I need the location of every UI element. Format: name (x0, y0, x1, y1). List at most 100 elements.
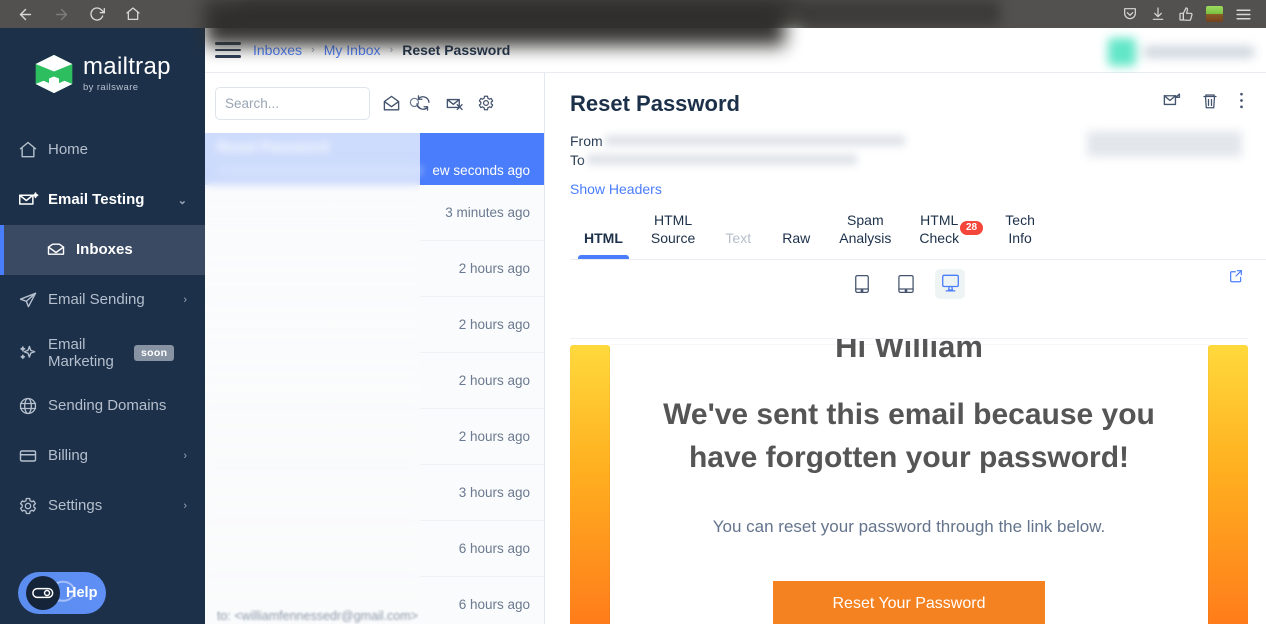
message-time: ew seconds ago (432, 163, 530, 178)
brand-tagline: by railsware (83, 82, 139, 93)
message-time: 3 hours ago (458, 485, 530, 500)
search-input[interactable] (225, 95, 402, 111)
message-time: 2 hours ago (458, 317, 530, 332)
tab-html-check[interactable]: HTML Check 28 (905, 211, 984, 260)
forward-button[interactable] (46, 1, 76, 27)
mobile-view-button[interactable] (847, 269, 877, 299)
email-card: Hi William We've sent this email because… (610, 339, 1208, 624)
email-left-stripe (570, 345, 610, 624)
message-date-redacted (1087, 131, 1242, 157)
tab-raw[interactable]: Raw (767, 229, 825, 259)
user-account-chip[interactable] (1090, 34, 1266, 70)
list-item[interactable]: 3 hours ago (205, 465, 544, 521)
settings-icon[interactable] (477, 94, 495, 112)
refresh-icon[interactable] (414, 94, 432, 112)
to-label: To (570, 151, 585, 168)
chevron-right-icon: › (183, 500, 187, 512)
list-item[interactable]: 2 hours ago (205, 241, 544, 297)
sidebar-item-settings[interactable]: Settings › (0, 481, 205, 531)
envelope-sparkle-icon (18, 190, 48, 211)
reset-password-button[interactable]: Reset Your Password (772, 581, 1046, 624)
tab-html-source[interactable]: HTML Source (637, 211, 709, 260)
sidebar-item-home[interactable]: Home (0, 125, 205, 175)
menu-icon[interactable] (1235, 6, 1252, 23)
back-button[interactable] (10, 1, 40, 27)
sidebar-item-label: Inboxes (76, 241, 133, 259)
breadcrumb: Inboxes › My Inbox › Reset Password (253, 42, 510, 58)
profile-avatar-icon[interactable] (1206, 6, 1223, 22)
email-right-stripe (1208, 345, 1248, 624)
brand-logo-block[interactable]: mailtrap by railsware (0, 28, 205, 95)
browser-chrome (0, 0, 1266, 28)
home-icon (18, 140, 48, 160)
card-icon (18, 446, 48, 466)
mark-read-icon[interactable] (382, 94, 401, 113)
email-subtext: You can reset your password through the … (712, 517, 1106, 537)
tab-tech-info[interactable]: Tech Info (991, 211, 1049, 260)
list-item[interactable]: 2 hours ago (205, 353, 544, 409)
message-header: Reset Password From To Show Headers (546, 73, 1266, 197)
breadcrumb-item-my-inbox[interactable]: My Inbox (324, 42, 381, 58)
globe-icon (18, 396, 48, 416)
message-time: 2 hours ago (458, 261, 530, 276)
from-label: From (570, 132, 603, 149)
list-item[interactable]: 6 hours ago (205, 521, 544, 577)
extension-icon[interactable] (1178, 6, 1194, 22)
browser-toolbar-icons (1122, 0, 1260, 28)
external-link-icon[interactable] (1228, 268, 1244, 284)
sidebar-item-email-sending[interactable]: Email Sending › (0, 275, 205, 325)
soon-badge: soon (134, 345, 175, 361)
show-headers-link[interactable]: Show Headers (570, 181, 1242, 197)
pocket-icon[interactable] (1122, 6, 1138, 22)
trash-icon[interactable] (1201, 92, 1219, 110)
message-tabs: HTML HTML Source Text Raw Spam Analysis … (546, 197, 1266, 261)
mark-unread-icon[interactable] (1162, 91, 1181, 110)
browser-nav-buttons (0, 1, 148, 27)
device-preview-toolbar (546, 260, 1266, 308)
address-bar-redacted-extra (780, 0, 1000, 26)
sidebar-toggle-icon[interactable] (215, 37, 241, 63)
chevron-down-icon: ⌄ (177, 194, 187, 207)
list-item[interactable]: 2 hours ago (205, 409, 544, 465)
sidebar-item-label: Billing (48, 447, 89, 465)
html-check-badge: 28 (959, 221, 984, 235)
tablet-view-button[interactable] (891, 269, 921, 299)
sidebar-item-billing[interactable]: Billing › (0, 431, 205, 481)
message-time: 6 hours ago (458, 541, 530, 556)
tab-spam-analysis[interactable]: Spam Analysis (825, 211, 905, 260)
tab-text: Text (725, 230, 752, 247)
chat-widget-icon (26, 576, 60, 610)
list-item[interactable]: 3 minutes ago (205, 185, 544, 241)
list-tool-icons (382, 94, 495, 113)
sidebar-item-sending-domains[interactable]: Sending Domains (0, 381, 205, 431)
sidebar-item-label: Settings (48, 497, 103, 515)
sidebar-nav: Home Email Testing ⌄ Inboxes Email Sendi… (0, 125, 205, 531)
breadcrumb-item-inboxes[interactable]: Inboxes (253, 42, 302, 58)
list-item-selected[interactable]: Reset Password ew seconds ago (205, 133, 544, 185)
avatar (1108, 38, 1136, 66)
sidebar-item-email-testing[interactable]: Email Testing ⌄ (0, 175, 205, 225)
search-box[interactable] (215, 86, 421, 120)
download-icon[interactable] (1150, 6, 1166, 22)
delete-all-icon[interactable] (445, 94, 464, 113)
list-item[interactable]: 2 hours ago (205, 297, 544, 353)
sidebar: mailtrap by railsware Home Email Testing… (0, 28, 205, 624)
reload-button[interactable] (82, 1, 112, 27)
help-button[interactable]: Help (18, 572, 106, 614)
home-button[interactable] (118, 1, 148, 27)
chevron-right-icon: › (183, 450, 187, 462)
sidebar-item-label: Sending Domains (48, 397, 167, 415)
breadcrumb-separator: › (311, 44, 315, 56)
breadcrumb-item-current: Reset Password (402, 42, 511, 58)
inbox-icon (46, 240, 76, 260)
from-value-redacted (604, 135, 905, 146)
page-title: Reset Password (570, 91, 740, 116)
message-list-panel: Reset Password ew seconds ago 3 minutes … (205, 73, 545, 624)
sidebar-item-inboxes[interactable]: Inboxes (0, 225, 205, 275)
more-vertical-icon[interactable] (1239, 91, 1244, 110)
sidebar-item-email-marketing[interactable]: Email Marketing soon (0, 325, 205, 381)
message-list[interactable]: Reset Password ew seconds ago 3 minutes … (205, 133, 544, 624)
list-toolbar (205, 73, 544, 133)
tab-html[interactable]: HTML (570, 229, 637, 261)
desktop-view-button[interactable] (935, 268, 965, 299)
